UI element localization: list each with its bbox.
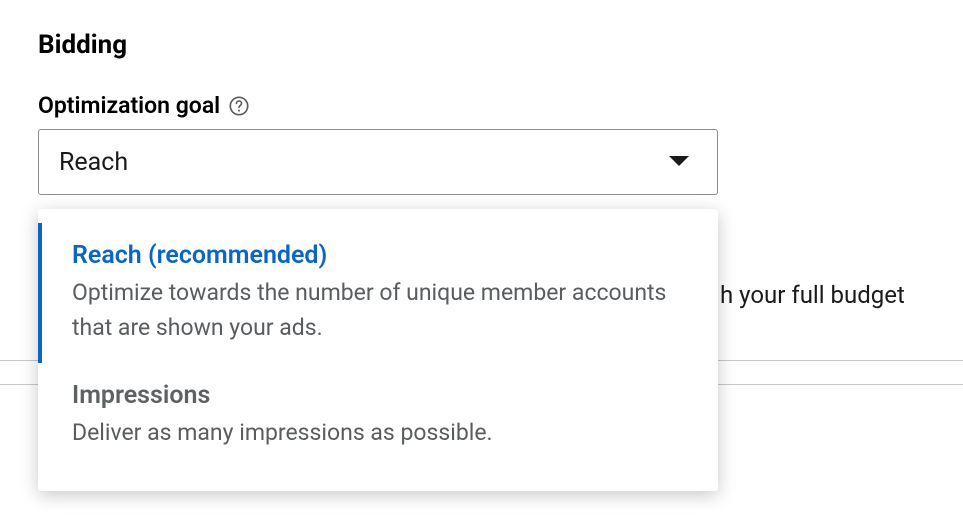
divider	[0, 384, 38, 385]
field-label-row: Optimization goal	[38, 92, 963, 119]
option-title: Reach (recommended)	[72, 241, 690, 270]
field-label: Optimization goal	[38, 92, 220, 119]
option-title: Impressions	[72, 381, 690, 410]
section-title: Bidding	[38, 30, 963, 60]
help-icon[interactable]	[228, 95, 250, 117]
optimization-goal-dropdown: Reach (recommended) Optimize towards the…	[38, 209, 718, 491]
chevron-down-icon	[667, 153, 691, 172]
option-desc: Optimize towards the number of unique me…	[72, 276, 690, 345]
optimization-goal-select[interactable]: Reach	[38, 129, 718, 195]
select-value: Reach	[59, 148, 128, 177]
optimization-goal-select-container: Reach Reach (recommended) Optimize towar…	[38, 129, 718, 195]
option-desc: Deliver as many impressions as possible.	[72, 416, 690, 451]
divider	[718, 384, 963, 385]
divider	[718, 360, 963, 361]
background-helper-text: h your full budget	[720, 281, 905, 309]
dropdown-option-reach[interactable]: Reach (recommended) Optimize towards the…	[38, 223, 718, 363]
dropdown-option-impressions[interactable]: Impressions Deliver as many impressions …	[38, 363, 718, 469]
divider	[0, 360, 38, 361]
